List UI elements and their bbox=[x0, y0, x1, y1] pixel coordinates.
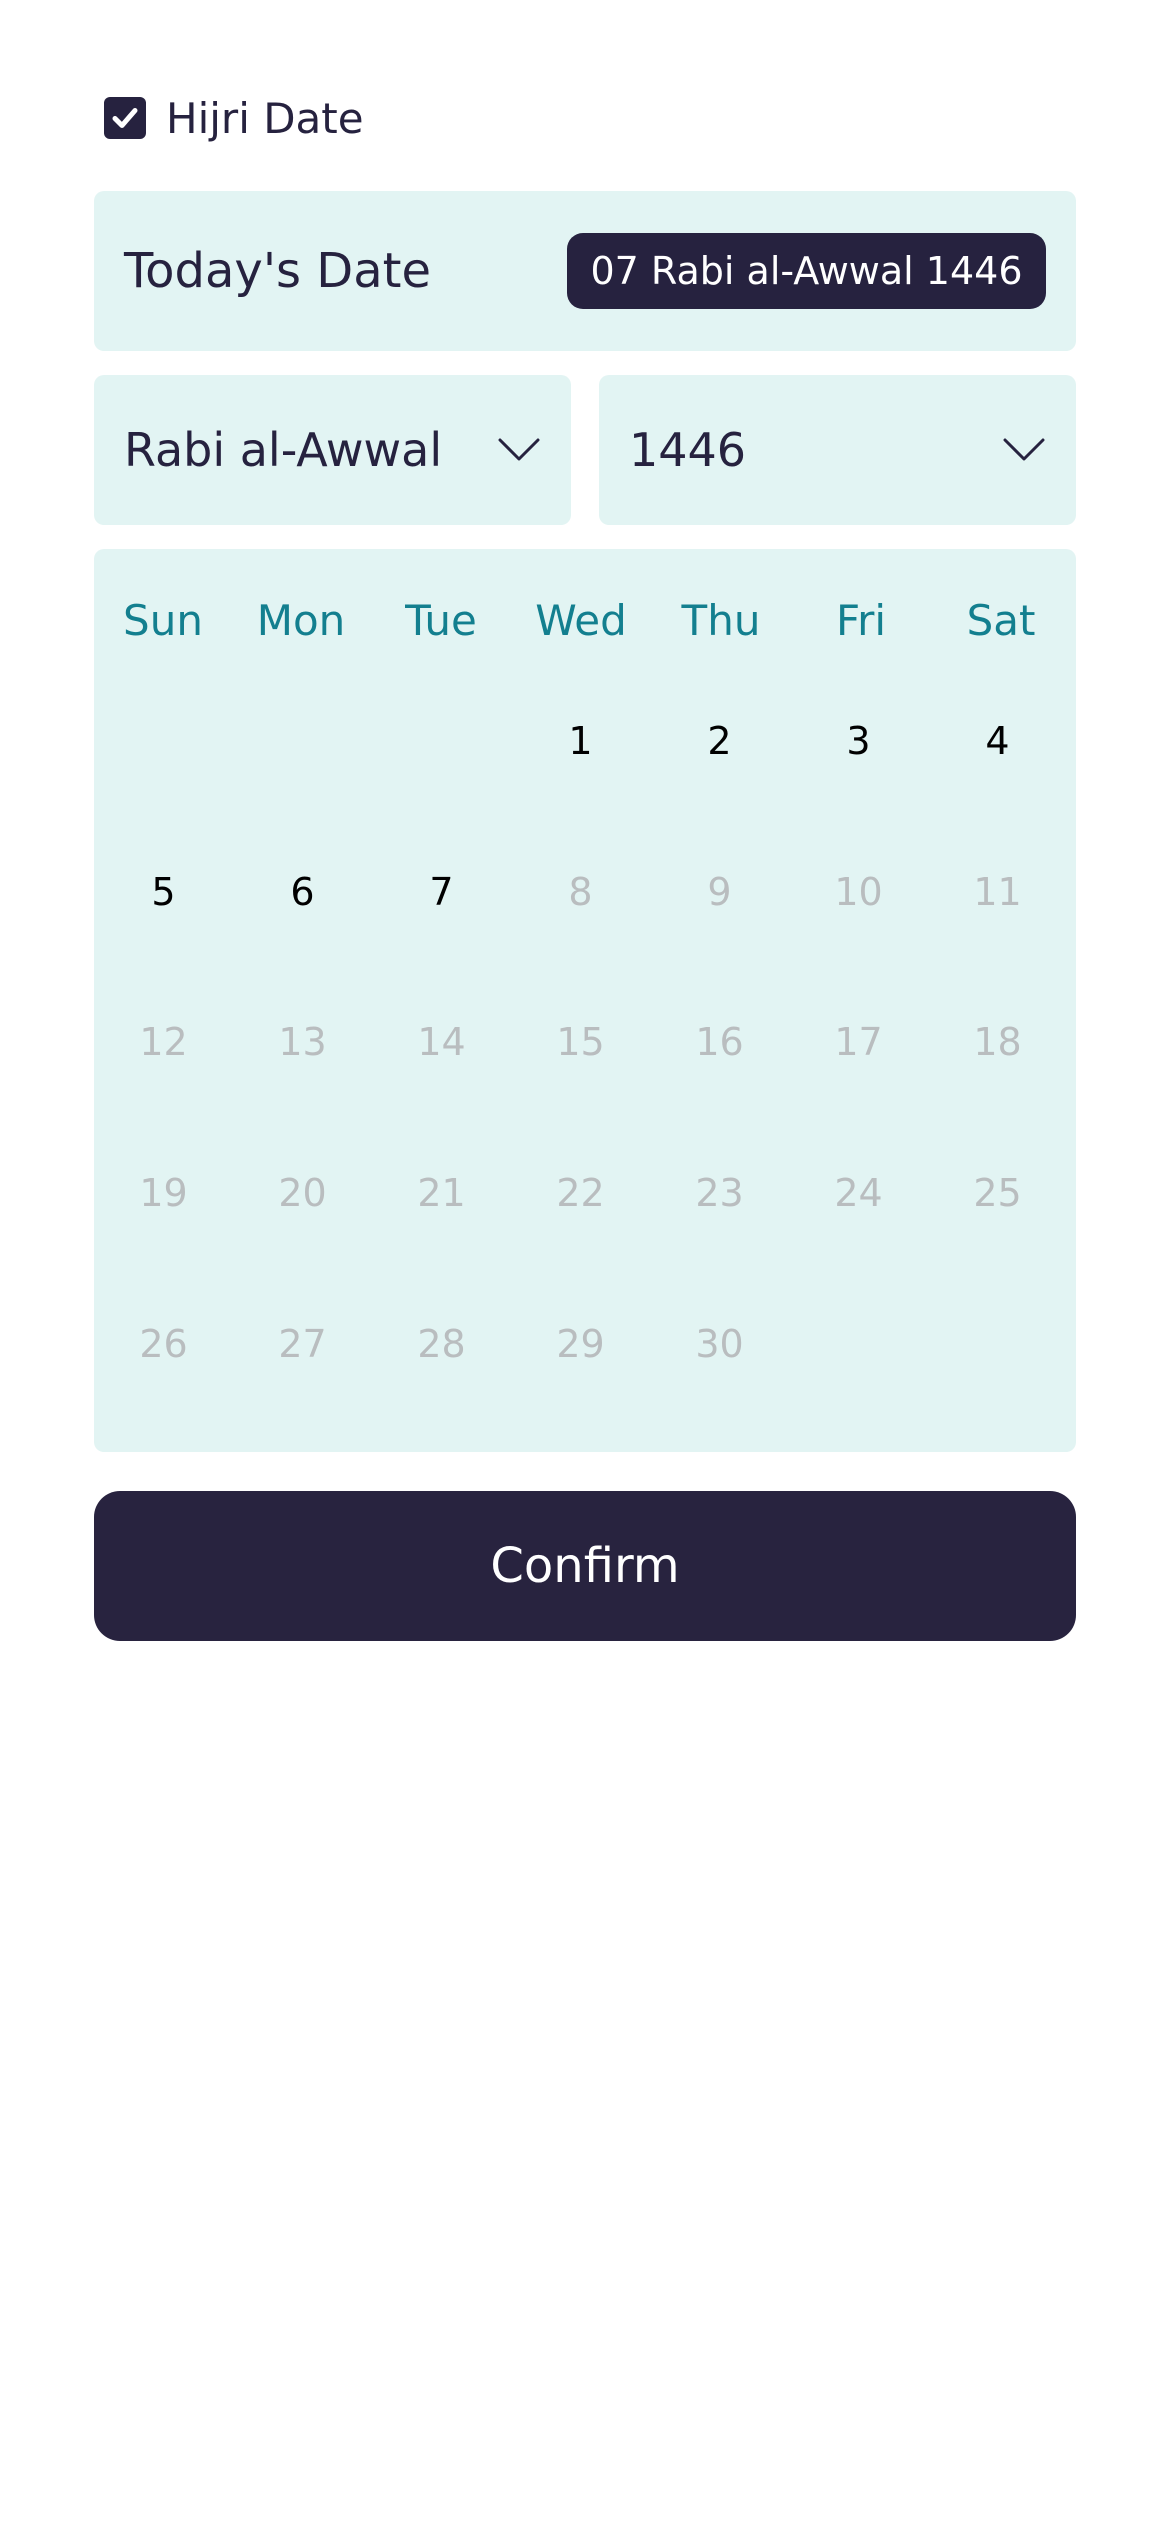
month-select[interactable]: Rabi al-Awwal bbox=[94, 375, 571, 525]
calendar-day: 15 bbox=[556, 1020, 605, 1064]
hijri-date-picker-screen: Hijri Date Today's Date 07 Rabi al-Awwal… bbox=[0, 0, 1170, 2532]
calendar-day: 24 bbox=[834, 1171, 883, 1215]
calendar-day: 23 bbox=[695, 1171, 744, 1215]
calendar-day: 27 bbox=[278, 1322, 327, 1366]
calendar-day: 13 bbox=[278, 1020, 327, 1064]
calendar-day: 12 bbox=[139, 1020, 188, 1064]
calendar-day: 17 bbox=[834, 1020, 883, 1064]
calendar-empty-cell bbox=[928, 1312, 1067, 1376]
calendar-day[interactable]: 5 bbox=[94, 860, 233, 924]
calendar-day[interactable]: 1 bbox=[511, 709, 650, 773]
chevron-down-icon bbox=[498, 438, 540, 461]
todays-date-label: Today's Date bbox=[124, 243, 432, 299]
todays-date-card: Today's Date 07 Rabi al-Awwal 1446 bbox=[94, 191, 1076, 351]
calendar-day: 9 bbox=[707, 870, 732, 914]
calendar-week-row: 26 27 28 29 30 bbox=[94, 1312, 1076, 1376]
calendar-empty-cell bbox=[94, 709, 233, 773]
calendar-day: 18 bbox=[973, 1020, 1022, 1064]
calendar-day[interactable]: 4 bbox=[928, 709, 1067, 773]
year-select-value: 1446 bbox=[629, 423, 747, 477]
calendar-grid: Sun Mon Tue Wed Thu Fri Sat 1 2 3 4 5 6 7 8 9 10 1… bbox=[94, 549, 1076, 1452]
weekday-header-row: Sun Mon Tue Wed Thu Fri Sat bbox=[94, 589, 1076, 653]
todays-date-badge: 07 Rabi al-Awwal 1446 bbox=[567, 233, 1046, 309]
calendar-day[interactable]: 3 bbox=[789, 709, 928, 773]
chevron-down-icon bbox=[1003, 438, 1045, 461]
calendar-day: 14 bbox=[417, 1020, 466, 1064]
calendar-day: 19 bbox=[139, 1171, 188, 1215]
hijri-date-toggle[interactable]: Hijri Date bbox=[104, 90, 364, 146]
calendar-week-row: 5 6 7 8 9 10 11 bbox=[94, 860, 1076, 924]
month-select-value: Rabi al-Awwal bbox=[124, 423, 443, 477]
weekday-label: Fri bbox=[835, 596, 887, 645]
weekday-label: Sun bbox=[123, 596, 203, 645]
calendar-day: 30 bbox=[695, 1322, 744, 1366]
weekday-label: Tue bbox=[405, 596, 477, 645]
calendar-day: 21 bbox=[417, 1171, 466, 1215]
calendar-week-row: 1234 bbox=[94, 709, 1076, 773]
calendar-day: 28 bbox=[417, 1322, 466, 1366]
weekday-label: Wed bbox=[535, 596, 627, 645]
calendar-day: 22 bbox=[556, 1171, 605, 1215]
calendar-day[interactable]: 2 bbox=[650, 709, 789, 773]
calendar-week-row: 12 13 14 15 16 17 18 bbox=[94, 1010, 1076, 1074]
calendar-day: 25 bbox=[973, 1171, 1022, 1215]
calendar-empty-cell bbox=[789, 1312, 928, 1376]
calendar-day: 8 bbox=[568, 870, 593, 914]
calendar-day[interactable]: 6 bbox=[233, 860, 372, 924]
calendar-day[interactable]: 7 bbox=[372, 860, 511, 924]
confirm-button[interactable]: Confirm bbox=[94, 1491, 1076, 1641]
calendar-day: 29 bbox=[556, 1322, 605, 1366]
hijri-date-label: Hijri Date bbox=[166, 93, 364, 143]
calendar-day: 10 bbox=[834, 870, 883, 914]
calendar-day: 16 bbox=[695, 1020, 744, 1064]
calendar-week-row: 19 20 21 22 23 24 25 bbox=[94, 1161, 1076, 1225]
calendar-day: 26 bbox=[139, 1322, 188, 1366]
weekday-label: Sat bbox=[966, 596, 1036, 645]
calendar-empty-cell bbox=[233, 709, 372, 773]
calendar-day: 20 bbox=[278, 1171, 327, 1215]
weekday-label: Mon bbox=[256, 596, 346, 645]
year-select[interactable]: 1446 bbox=[599, 375, 1076, 525]
checkbox-checked-icon[interactable] bbox=[104, 97, 146, 139]
weekday-label: Thu bbox=[681, 596, 761, 645]
checkmark-icon bbox=[112, 108, 138, 128]
calendar-day: 11 bbox=[973, 870, 1022, 914]
calendar-empty-cell bbox=[372, 709, 511, 773]
